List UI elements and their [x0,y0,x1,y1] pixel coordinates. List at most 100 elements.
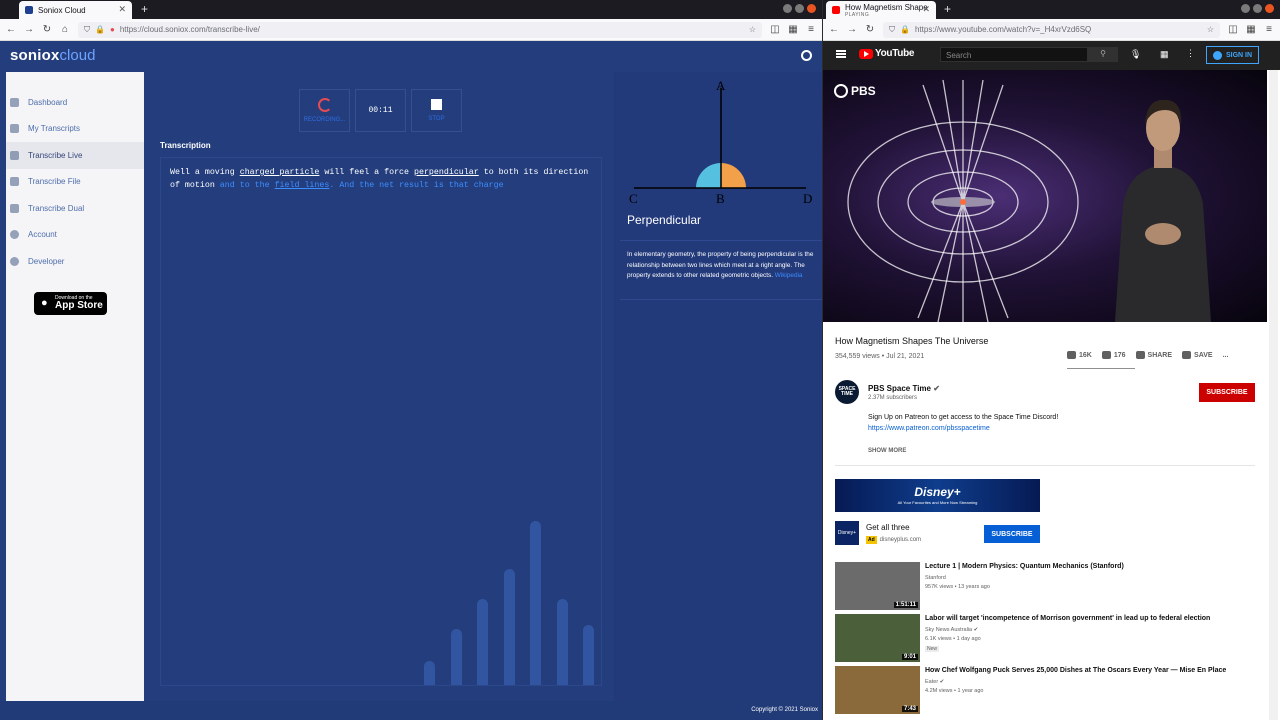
channel-avatar[interactable]: SPACE TIME [835,380,859,404]
playlist-add-icon [1182,351,1192,359]
gear-icon [10,256,19,266]
recording-spinner-icon [317,98,332,112]
show-more-button[interactable]: SHOW MORE [868,448,906,454]
keyword-charged-particle[interactable]: charged particle [240,168,320,177]
sidebar: Dashboard My Transcripts Transcribe Live… [6,72,144,702]
pocket-icon[interactable]: ◫ [1228,24,1238,35]
sign-in-button[interactable]: SIGN IN [1206,46,1259,64]
dislike-button[interactable]: 176 [1101,351,1126,359]
account-circle-icon [1212,50,1222,60]
forward-icon[interactable]: → [24,24,34,35]
search-button[interactable]: ⚲ [1088,47,1118,62]
maximize-icon[interactable] [1253,4,1262,13]
soniox-logo[interactable]: sonioxcloud [10,47,95,64]
new-tab-icon[interactable]: + [141,2,148,16]
maximize-icon[interactable] [795,4,804,13]
microphone-permission-icon[interactable]: ● [110,25,115,34]
ad-title[interactable]: Get all three [866,523,910,532]
minimize-icon[interactable] [783,4,792,13]
url-bar[interactable]: ⛉ 🔒 https://www.youtube.com/watch?v=_H4x… [883,21,1220,38]
recommendation-views: 4.2M views • 1 year ago [925,688,984,694]
ad-badge: Ad [866,536,877,544]
sidebar-item-transcribe-file[interactable]: Transcribe File [6,169,144,196]
recommendation-item[interactable]: 1:51:11 Lecture 1 | Modern Physics: Quan… [835,562,1260,610]
keyword-perpendicular[interactable]: perpendicular [414,168,479,177]
minimize-icon[interactable] [1241,4,1250,13]
audio-level-bar [503,569,515,685]
sidebar-item-dashboard[interactable]: Dashboard [6,89,144,116]
sidebar-item-transcribe-dual[interactable]: Transcribe Dual [6,195,144,222]
ad-banner[interactable]: Disney+ All Your Favourites and More Now … [835,479,1040,512]
bookmark-star-icon[interactable]: ☆ [1207,25,1214,34]
youtube-page: YouTube Search ⚲ 🎙 ▦ ⋮ SIGN IN PBS How M… [823,41,1280,720]
close-window-icon[interactable] [807,4,816,13]
youtube-logo[interactable]: YouTube [859,48,915,59]
perpendicular-diagram: A B C D [629,78,812,206]
pocket-icon[interactable]: ◫ [770,24,780,35]
tab-bar: How Magnetism Shape PLAYING ✕ + [823,0,1280,19]
wikipedia-link[interactable]: Wikipedia [775,272,803,279]
recommendation-item[interactable]: 7:43 How Chef Wolfgang Puck Serves 25,00… [835,666,1260,714]
close-tab-icon[interactable]: ✕ [118,4,126,15]
video-thumbnail[interactable]: 9:01 [835,614,920,662]
close-window-icon[interactable] [1265,4,1274,13]
tab-soniox[interactable]: Soniox Cloud ✕ [19,1,132,19]
thumbs-down-icon [1101,351,1111,359]
menu-icon[interactable]: ≡ [1264,24,1274,35]
sidebar-item-transcribe-live[interactable]: Transcribe Live [6,142,144,169]
transcription-panel: Well a moving charged particle will feel… [160,157,602,686]
microphone-icon[interactable]: 🎙 [1130,49,1141,60]
dashboard-icon [10,97,19,107]
shield-icon[interactable]: ⛉ [84,25,90,35]
recommendation-title[interactable]: Lecture 1 | Modern Physics: Quantum Mech… [925,563,1124,570]
like-button[interactable]: 16K [1067,351,1092,359]
channel-name[interactable]: PBS Space Time ✔ [868,384,940,393]
keyword-field-lines[interactable]: field lines [275,181,330,190]
recommendation-title[interactable]: Labor will target 'incompetence of Morri… [925,615,1210,622]
recommendation-title[interactable]: How Chef Wolfgang Puck Serves 25,000 Dis… [925,667,1226,674]
more-vertical-icon[interactable]: ⋮ [1186,48,1195,59]
app-store-badge[interactable]: ● Download on the App Store [34,292,107,315]
video-thumbnail[interactable]: 7:43 [835,666,920,714]
video-description: Sign Up on Patreon to get access to the … [868,414,1059,432]
recommendation-views: 957K views • 13 years ago [925,584,990,590]
subscribe-button[interactable]: SUBSCRIBE [1199,383,1255,402]
hamburger-icon[interactable] [836,50,846,58]
back-icon[interactable]: ← [829,24,839,35]
user-avatar-icon[interactable] [801,50,812,61]
extensions-icon[interactable]: ▦ [788,24,798,35]
sidebar-item-developer[interactable]: Developer [6,248,144,275]
share-button[interactable]: SHARE [1135,351,1172,359]
home-icon[interactable]: ⌂ [60,24,70,35]
recommendation-item[interactable]: 9:01 Labor will target 'incompetence of … [835,614,1260,662]
bookmark-star-icon[interactable]: ☆ [749,25,756,34]
page-scrollbar[interactable] [1269,70,1278,720]
video-thumbnail[interactable]: 1:51:11 [835,562,920,610]
apps-grid-icon[interactable]: ▦ [1160,49,1169,60]
more-actions-icon[interactable]: ... [1223,352,1229,359]
stop-button[interactable]: STOP [411,89,462,132]
new-tab-icon[interactable]: + [944,2,951,16]
ad-subscribe-button[interactable]: SUBSCRIBE [984,525,1040,543]
reload-icon[interactable]: ↻ [42,24,52,35]
back-icon[interactable]: ← [6,24,16,35]
label-b: B [716,191,725,206]
ad-thumbnail[interactable]: Disney+ [835,521,859,545]
shield-icon[interactable]: ⛉ [889,25,895,35]
tab-youtube[interactable]: How Magnetism Shape PLAYING ✕ [826,1,936,19]
extensions-icon[interactable]: ▦ [1246,24,1256,35]
reload-icon[interactable]: ↻ [865,24,875,35]
sidebar-item-my-transcripts[interactable]: My Transcripts [6,116,144,143]
forward-icon[interactable]: → [847,24,857,35]
audio-level-bar [583,625,594,685]
close-tab-icon[interactable]: ✕ [922,4,930,15]
search-input[interactable]: Search [940,47,1088,62]
new-badge: New [925,646,940,652]
patreon-link[interactable]: https://www.patreon.com/pbsspacetime [868,425,990,432]
menu-icon[interactable]: ≡ [806,24,816,35]
save-button[interactable]: SAVE [1182,351,1213,359]
url-bar[interactable]: ⛉ 🔒 ● https://cloud.soniox.com/transcrib… [78,21,762,38]
sidebar-item-account[interactable]: Account [6,222,144,249]
footer: Copyright © 2021 Soniox [0,701,822,720]
video-player[interactable]: PBS [823,70,1267,322]
